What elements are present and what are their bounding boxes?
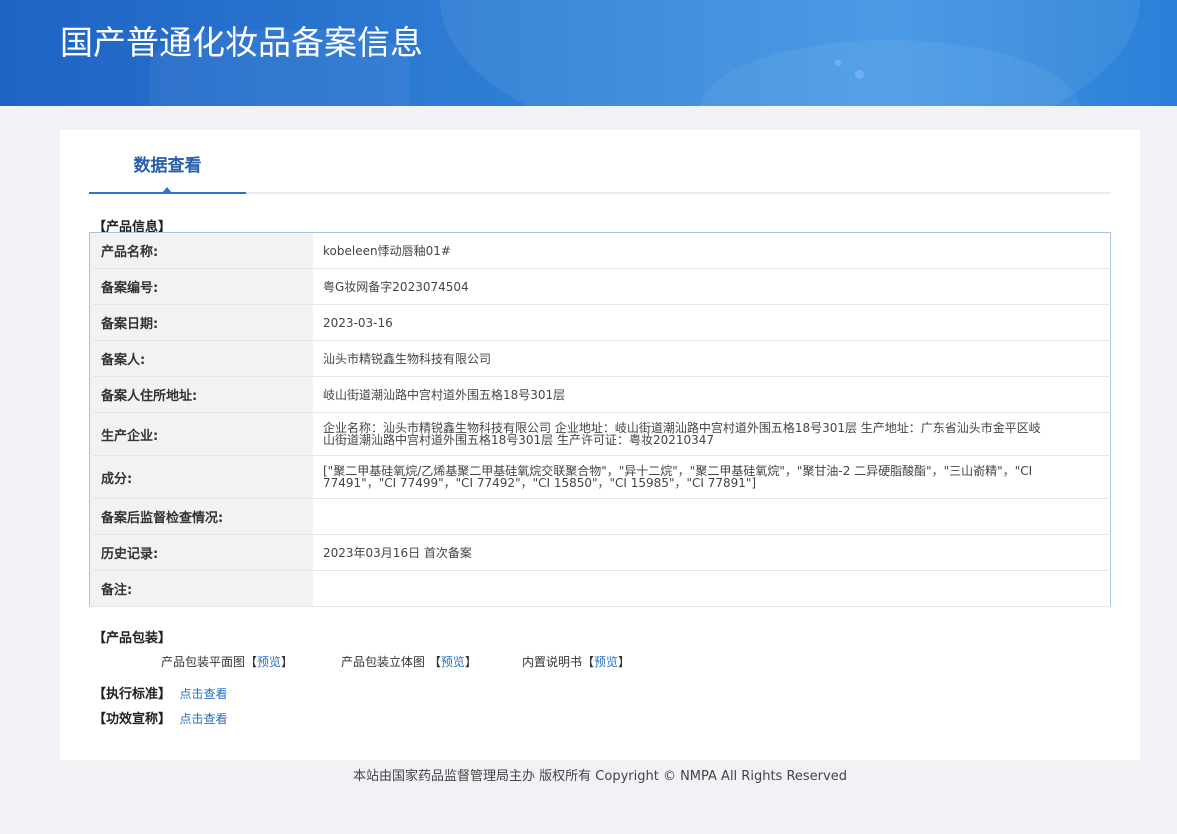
package-3d-item: 产品包装立体图 【预览】: [341, 655, 477, 669]
standard-view-link[interactable]: 点击查看: [180, 687, 228, 701]
standard-heading: 【执行标准】: [93, 687, 172, 702]
page-footer: 本站由国家药品监督管理局主办 版权所有 Copyright © NMPA All…: [353, 769, 847, 784]
info-value: 企业名称：汕头市精锐鑫生物科技有限公司 企业地址：岐山街道潮汕路中宫村道外围五格…: [313, 412, 1111, 456]
info-row: 生产企业: 企业名称：汕头市精锐鑫生物科技有限公司 企业地址：岐山街道潮汕路中宫村…: [89, 412, 1111, 456]
info-value: [313, 498, 1111, 535]
info-value: [313, 570, 1111, 607]
info-row: 备案后监督检查情况:: [89, 498, 1111, 535]
info-row: 备案日期: 2023-03-16: [89, 304, 1111, 341]
info-value: ["聚二甲基硅氧烷/乙烯基聚二甲基硅氧烷交联聚合物"，"异十二烷"，"聚二甲基硅…: [313, 455, 1111, 499]
info-key: 备案后监督检查情况:: [89, 498, 313, 535]
header-decoration: [855, 70, 864, 79]
tab-label: 数据查看: [133, 156, 202, 176]
info-row: 成分: ["聚二甲基硅氧烷/乙烯基聚二甲基硅氧烷交联聚合物"，"异十二烷"，"聚二…: [89, 455, 1111, 499]
efficacy-view-link[interactable]: 点击查看: [180, 712, 228, 726]
header-decoration: [835, 60, 841, 66]
info-key: 历史记录:: [89, 534, 313, 571]
product-info-table: 产品名称: kobeleen悸动唇釉01# 备案编号: 粤G妆网备字202307450…: [89, 232, 1111, 607]
standard-item: 【执行标准】 点击查看: [93, 683, 228, 702]
package-flat-item: 产品包装平面图【预览】: [161, 655, 294, 669]
info-key: 产品名称:: [89, 232, 313, 269]
info-row: 历史记录: 2023年03月16日 首次备案: [89, 534, 1111, 571]
info-value: kobeleen悸动唇釉01#: [313, 232, 1111, 269]
info-key: 备案人住所地址:: [89, 376, 313, 413]
packaging-heading: 【产品包装】: [93, 631, 172, 646]
site-title: 国产普通化妆品备案信息: [60, 23, 423, 62]
tab-indicator-icon: [162, 187, 172, 193]
info-value: 2023年03月16日 首次备案: [313, 534, 1111, 571]
info-value: 汕头市精锐鑫生物科技有限公司: [313, 340, 1111, 377]
info-key: 备注:: [89, 570, 313, 607]
content-card: 数据查看 【产品信息】 产品名称: kobeleen悸动唇釉01# 备案编号: 粤G妆…: [60, 130, 1140, 760]
info-key: 备案日期:: [89, 304, 313, 341]
manual-label: 内置说明书: [522, 655, 583, 669]
info-key: 备案编号:: [89, 268, 313, 305]
page-header: 国产普通化妆品备案信息: [0, 0, 1177, 106]
manual-item: 内置说明书【预览】: [522, 655, 631, 669]
info-row: 备案人: 汕头市精锐鑫生物科技有限公司: [89, 340, 1111, 377]
package-3d-preview-link[interactable]: 预览: [441, 655, 465, 669]
info-row: 备注:: [89, 570, 1111, 607]
tab-data-view[interactable]: 数据查看: [89, 130, 246, 194]
package-flat-label: 产品包装平面图: [161, 655, 246, 669]
info-value: 岐山街道潮汕路中宫村道外围五格18号301层: [313, 376, 1111, 413]
info-row: 备案人住所地址: 岐山街道潮汕路中宫村道外围五格18号301层: [89, 376, 1111, 413]
info-row: 备案编号: 粤G妆网备字2023074504: [89, 268, 1111, 305]
package-3d-label: 产品包装立体图: [341, 655, 429, 669]
info-value: 粤G妆网备字2023074504: [313, 268, 1111, 305]
info-value: 2023-03-16: [313, 304, 1111, 341]
efficacy-heading: 【功效宣称】: [93, 712, 172, 727]
efficacy-item: 【功效宣称】 点击查看: [93, 708, 228, 727]
manual-preview-link[interactable]: 预览: [594, 655, 618, 669]
package-flat-preview-link[interactable]: 预览: [257, 655, 281, 669]
info-key: 成分:: [89, 455, 313, 499]
info-key: 生产企业:: [89, 412, 313, 456]
info-key: 备案人:: [89, 340, 313, 377]
tab-bar: 数据查看: [89, 130, 1111, 194]
info-row: 产品名称: kobeleen悸动唇釉01#: [89, 232, 1111, 269]
